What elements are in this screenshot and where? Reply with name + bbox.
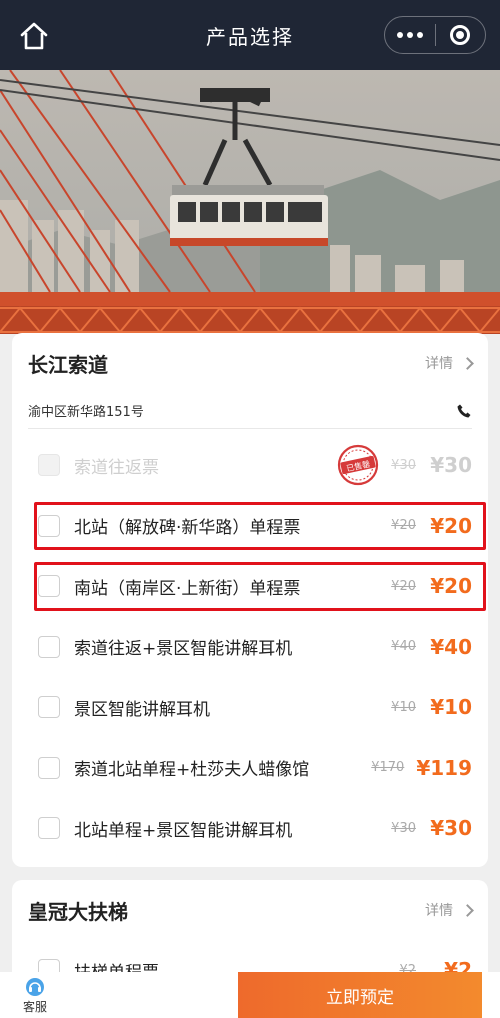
- address-text: 渝中区新华路151号: [28, 405, 144, 420]
- nav-bar: 产品选择: [0, 0, 500, 70]
- ticket-item[interactable]: 南站（南岸区·上新街）单程票 ¥20 ¥20: [28, 556, 486, 617]
- details-label: 详情: [425, 903, 453, 919]
- ticket-item[interactable]: 景区智能讲解耳机 ¥10 ¥10: [28, 677, 472, 738]
- ticket-item[interactable]: 索道往返+景区智能讲解耳机 ¥40 ¥40: [28, 617, 472, 678]
- ticket-name: 景区智能讲解耳机: [74, 699, 210, 720]
- section-title: 皇冠大扶梯: [28, 899, 128, 924]
- ticket-item[interactable]: 北站单程+景区智能讲解耳机 ¥30 ¥30: [28, 798, 472, 859]
- checkbox[interactable]: [38, 756, 60, 779]
- ticket-list: 索道往返票 已售罄 ¥30 ¥30 北站（解放碑·新华路）单程票 ¥20 ¥20…: [12, 435, 488, 859]
- details-label: 详情: [425, 356, 453, 372]
- book-now-button[interactable]: 立即预定: [238, 972, 482, 1018]
- details-link[interactable]: 详情: [425, 353, 474, 373]
- phone-icon[interactable]: [456, 403, 472, 419]
- sale-price: ¥119: [416, 755, 472, 780]
- address-row: 渝中区新华路151号: [28, 393, 472, 429]
- ticket-name: 南站（南岸区·上新街）单程票: [74, 578, 301, 599]
- close-miniprogram-button[interactable]: [436, 17, 486, 53]
- checkbox[interactable]: [38, 696, 60, 719]
- original-price: ¥30: [391, 457, 416, 473]
- headset-icon: [24, 976, 46, 998]
- hero-image: [0, 70, 500, 370]
- chevron-right-icon: [461, 356, 474, 370]
- checkbox: [38, 454, 60, 477]
- section-title: 长江索道: [28, 352, 108, 377]
- ticket-item[interactable]: 北站（解放碑·新华路）单程票 ¥20 ¥20: [28, 496, 486, 557]
- original-price: ¥170: [371, 760, 405, 776]
- chevron-right-icon: [461, 903, 474, 917]
- ticket-name: 北站（解放碑·新华路）单程票: [74, 518, 301, 539]
- ticket-name: 索道往返+景区智能讲解耳机: [74, 639, 293, 660]
- sale-price: ¥20: [430, 513, 472, 538]
- product-card-cableway: 长江索道 详情 渝中区新华路151号 索道往返票 已售罄 ¥30 ¥30 北站（…: [12, 333, 488, 867]
- checkbox[interactable]: [38, 575, 60, 598]
- ticket-name: 索道北站单程+杜莎夫人蜡像馆: [74, 760, 310, 781]
- bottom-action-bar: 客服 立即预定: [0, 972, 500, 1018]
- original-price: ¥30: [391, 820, 416, 836]
- card-header: 皇冠大扶梯 详情: [12, 880, 488, 940]
- sale-price: ¥30: [430, 816, 472, 841]
- original-price: ¥40: [391, 639, 416, 655]
- more-button[interactable]: [385, 17, 435, 53]
- sale-price: ¥10: [430, 695, 472, 720]
- card-header: 长江索道 详情: [12, 333, 488, 393]
- more-dots-icon: [396, 32, 423, 38]
- customer-service-button[interactable]: 客服: [0, 972, 70, 1018]
- mini-program-capsule: [384, 16, 486, 54]
- sold-out-stamp: 已售罄: [336, 443, 380, 487]
- checkbox[interactable]: [38, 817, 60, 840]
- original-price: ¥10: [391, 699, 416, 715]
- ticket-item: 索道往返票 已售罄 ¥30 ¥30: [28, 435, 472, 496]
- sale-price: ¥20: [430, 574, 472, 599]
- sale-price: ¥40: [430, 634, 472, 659]
- service-label: 客服: [22, 999, 47, 1014]
- target-icon: [450, 25, 471, 45]
- original-price: ¥20: [391, 518, 416, 534]
- original-price: ¥20: [391, 578, 416, 594]
- details-link[interactable]: 详情: [425, 900, 474, 920]
- ticket-name: 北站单程+景区智能讲解耳机: [74, 820, 293, 841]
- sale-price: ¥30: [430, 453, 472, 478]
- ticket-item[interactable]: 索道北站单程+杜莎夫人蜡像馆 ¥170 ¥119: [28, 738, 472, 799]
- page-title: 产品选择: [206, 24, 294, 49]
- checkbox[interactable]: [38, 635, 60, 658]
- checkbox[interactable]: [38, 514, 60, 537]
- home-icon[interactable]: [18, 20, 50, 52]
